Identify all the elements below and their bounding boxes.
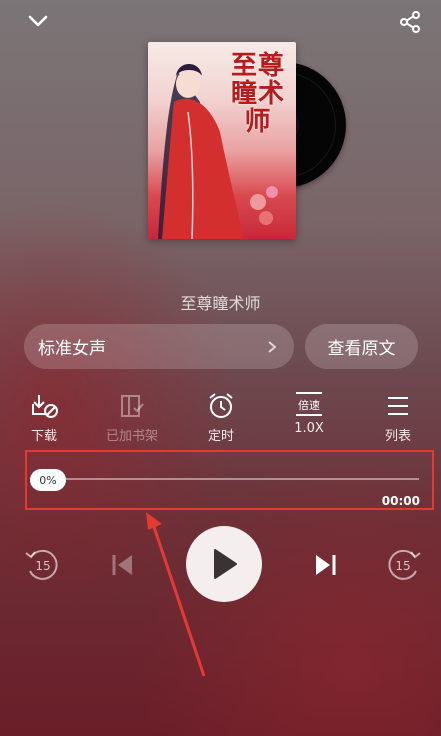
download-label: 下载 [30, 429, 57, 444]
chevron-down-icon [28, 15, 48, 27]
download-button[interactable]: 下载 [4, 392, 84, 444]
forward-15-icon: 15 [388, 549, 421, 580]
chevron-right-icon [268, 340, 277, 353]
next-icon [316, 555, 336, 575]
view-original-button[interactable]: 查看原文 [305, 324, 418, 369]
speed-icon: 倍速 [296, 392, 322, 416]
book-title: 至尊瞳术师 [180, 294, 261, 313]
cover-title-art: 至尊瞳术师 [230, 51, 285, 137]
progress-percent: 0% [39, 473, 57, 487]
share-icon [400, 11, 420, 33]
rewind-seconds: 15 [35, 559, 50, 573]
speed-label: 1.0X [294, 421, 324, 436]
rewind-15-icon: 15 [25, 549, 58, 580]
bookshelf-icon [121, 395, 144, 417]
previous-button[interactable] [106, 548, 140, 582]
previous-icon [112, 555, 132, 575]
next-button[interactable] [308, 548, 342, 582]
progress-thumb[interactable]: 0% [30, 469, 66, 491]
collapse-button[interactable] [22, 6, 54, 38]
download-icon [32, 395, 58, 418]
book-cover: 至尊瞳术师 [148, 42, 296, 239]
forward-15-button[interactable]: 15 [384, 545, 424, 585]
elapsed-time: 00:00 [381, 494, 420, 508]
alarm-clock-icon [209, 393, 233, 418]
progress-track[interactable] [33, 478, 419, 480]
timer-button[interactable]: 定时 [181, 392, 261, 444]
view-original-label: 查看原文 [327, 339, 396, 359]
added-to-shelf-label: 已加书架 [105, 429, 158, 444]
rewind-15-button[interactable]: 15 [22, 545, 62, 585]
added-to-shelf-button[interactable]: 已加书架 [92, 392, 172, 444]
share-button[interactable] [394, 6, 426, 38]
list-label: 列表 [384, 429, 411, 444]
voice-label: 标准女声 [38, 339, 106, 359]
play-button[interactable] [186, 526, 262, 602]
list-icon [388, 397, 408, 415]
list-button[interactable]: 列表 [358, 392, 438, 444]
play-icon [214, 549, 237, 579]
speed-button[interactable]: 倍速 1.0X [269, 392, 349, 444]
voice-selector[interactable]: 标准女声 [24, 324, 294, 369]
timer-label: 定时 [207, 429, 234, 444]
forward-seconds: 15 [395, 559, 410, 573]
